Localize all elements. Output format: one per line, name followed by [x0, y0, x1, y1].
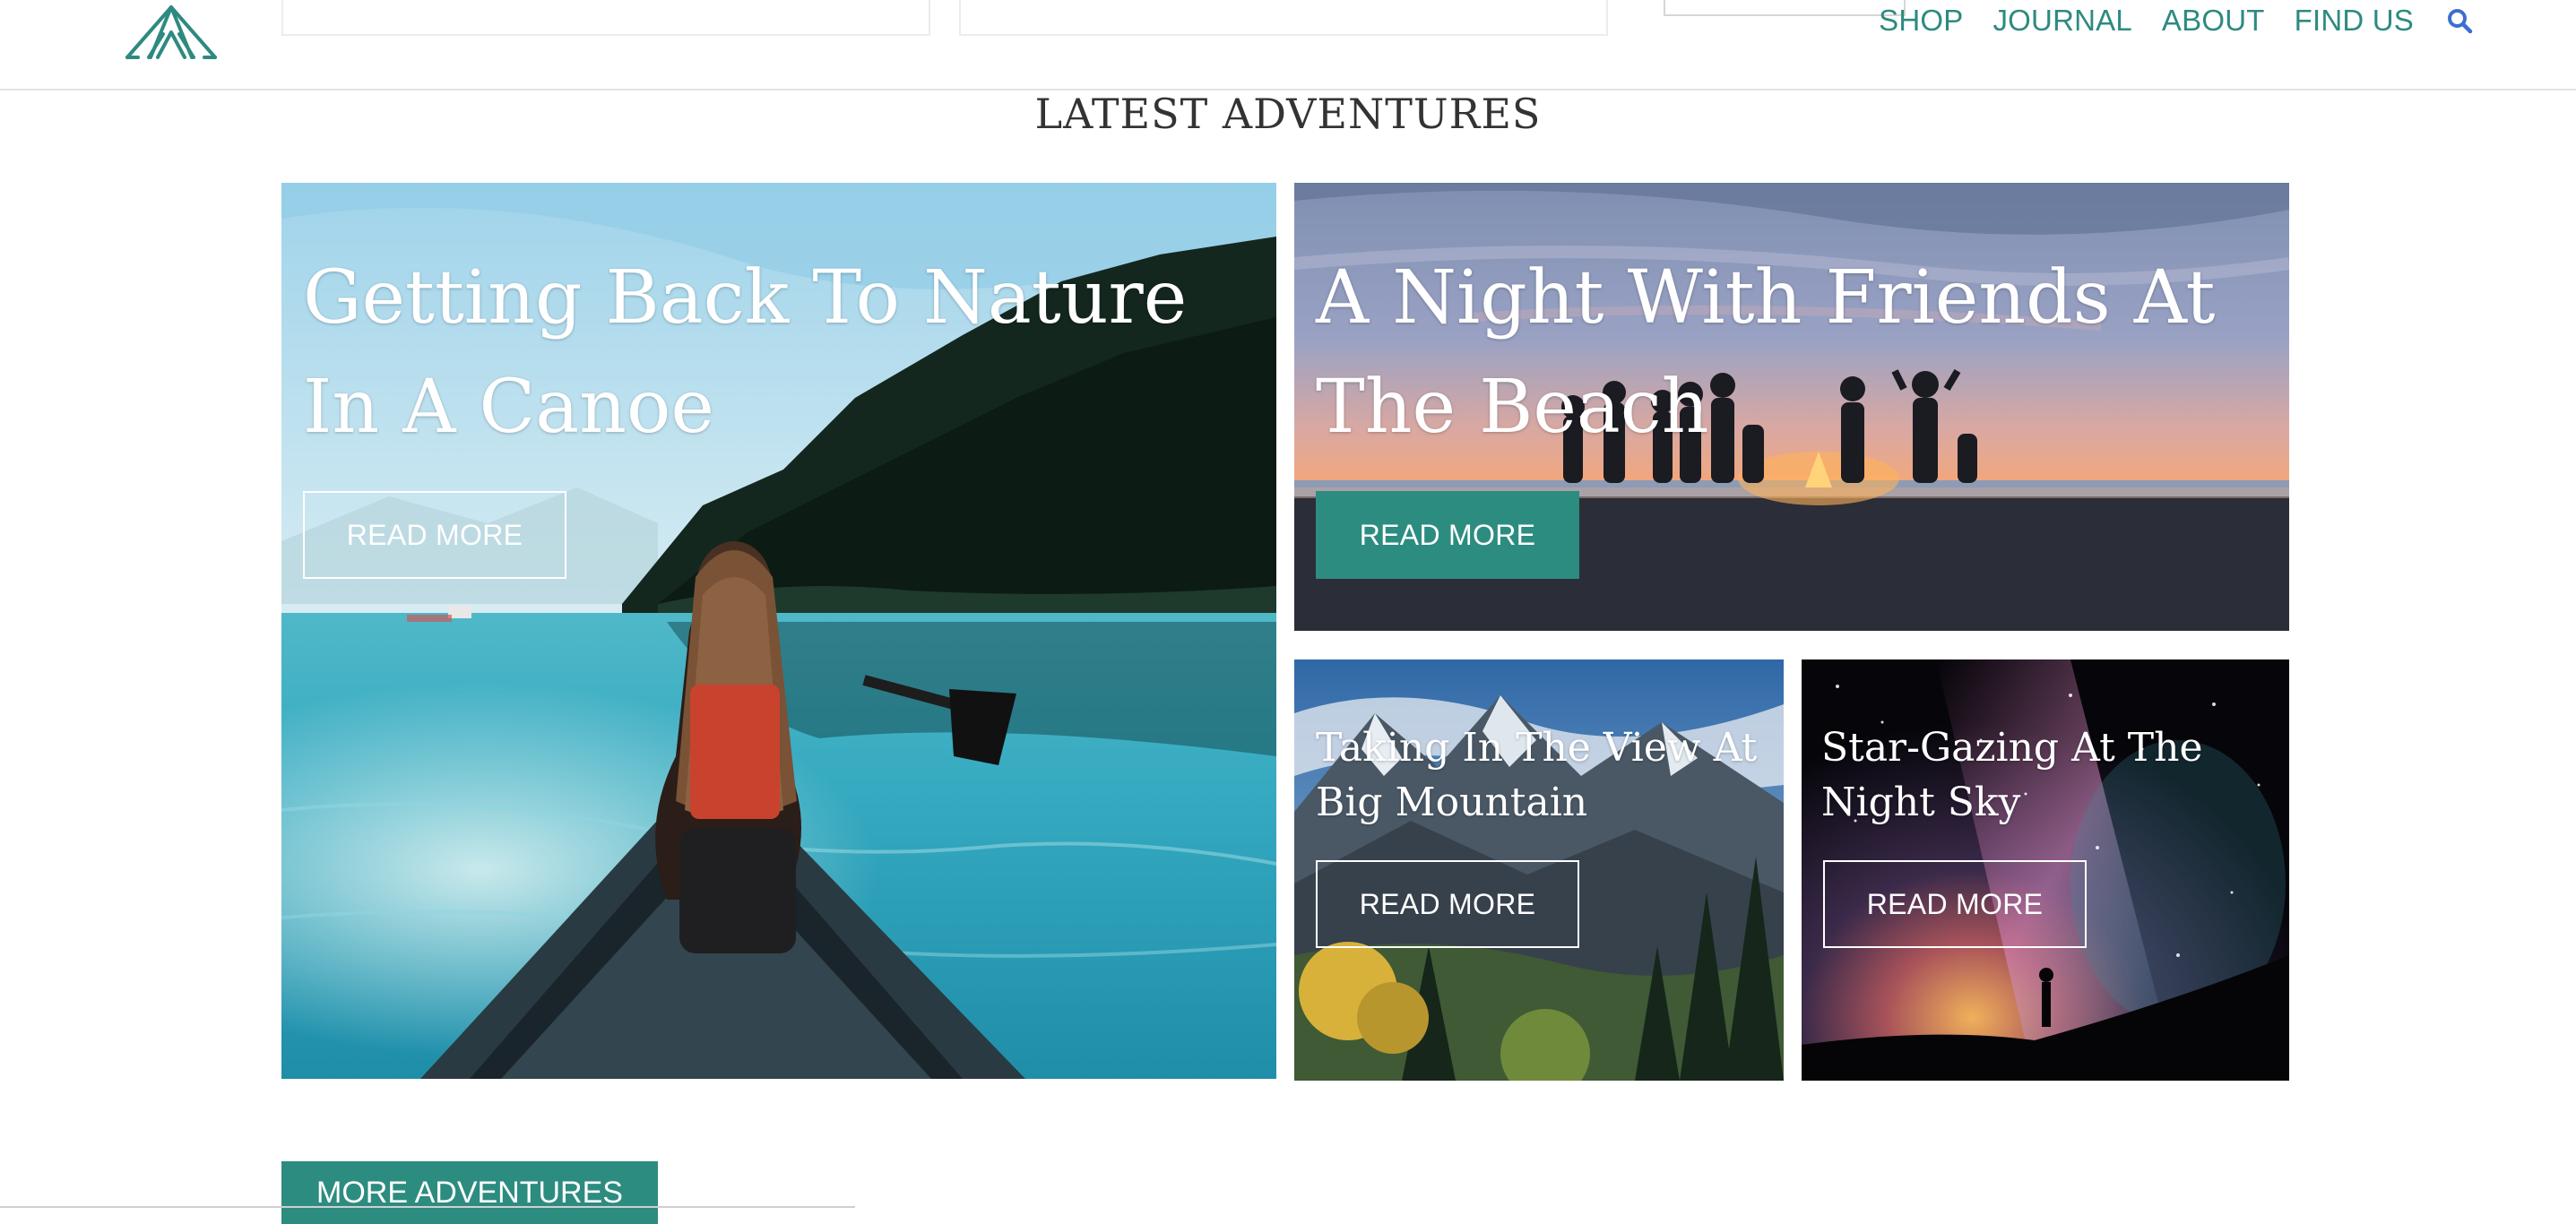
adventure-card-stars[interactable]: Star-Gazing At The Night Sky READ MORE	[1802, 659, 2289, 1081]
nav-about[interactable]: ABOUT	[2162, 0, 2265, 41]
main-nav: SHOP JOURNAL ABOUT FIND US	[1879, 0, 2476, 41]
card-title: Getting Back To Nature In A Canoe	[303, 255, 1188, 450]
section-title: LATEST ADVENTURES	[1034, 90, 1542, 138]
card-title: Star-Gazing At The Night Sky	[1821, 725, 2203, 825]
read-more-button[interactable]: READ MORE	[1316, 491, 1579, 579]
adventure-card-canoe[interactable]: Getting Back To Nature In A Canoe READ M…	[281, 183, 1276, 1079]
read-more-button[interactable]: READ MORE	[303, 491, 566, 579]
site-header: SHOP JOURNAL ABOUT FIND US	[0, 0, 2576, 91]
search-input[interactable]	[1664, 0, 1906, 16]
search-button[interactable]	[2443, 0, 2476, 41]
header-panel	[281, 0, 930, 36]
adventure-card-beach[interactable]: A Night With Friends At The Beach READ M…	[1294, 183, 2289, 631]
adventure-card-mountain[interactable]: Taking In The View At Big Mountain READ …	[1294, 659, 1784, 1081]
card-title: A Night With Friends At The Beach	[1316, 255, 2216, 450]
search-icon	[2448, 9, 2473, 34]
card-title: Taking In The View At Big Mountain	[1316, 725, 1758, 825]
read-more-button[interactable]: READ MORE	[1316, 860, 1579, 948]
nav-journal[interactable]: JOURNAL	[1993, 0, 2131, 41]
header-panel	[959, 0, 1608, 36]
nav-shop[interactable]: SHOP	[1879, 0, 1963, 41]
nav-find-us[interactable]: FIND US	[2295, 0, 2414, 41]
tent-logo-icon[interactable]	[124, 2, 219, 61]
bottom-divider	[0, 1206, 855, 1208]
read-more-button[interactable]: READ MORE	[1823, 860, 2087, 948]
more-adventures-button[interactable]: MORE ADVENTURES	[281, 1161, 658, 1224]
